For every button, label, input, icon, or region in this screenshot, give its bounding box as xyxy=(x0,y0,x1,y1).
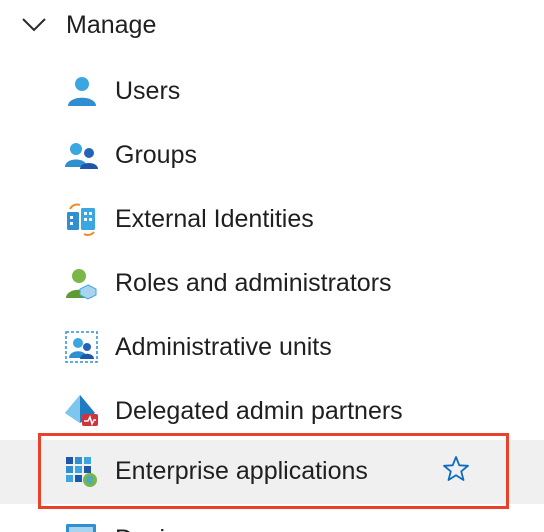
star-outline-icon[interactable] xyxy=(442,455,470,483)
nav-item-label: Groups xyxy=(115,141,197,169)
nav-item-delegated-admin-partners[interactable]: Delegated admin partners xyxy=(0,380,544,444)
nav-item-label: Users xyxy=(115,77,181,105)
nav-item-roles-and-administrators[interactable]: Roles and administrators xyxy=(0,252,544,316)
roles-icon xyxy=(66,269,97,300)
nav-item-label: Devices xyxy=(115,523,204,532)
section-title: Manage xyxy=(66,11,157,39)
nav-item-label: Enterprise applications xyxy=(115,457,368,485)
nav-item-users[interactable]: Users xyxy=(0,60,544,124)
devices-icon xyxy=(66,524,96,532)
nav-item-label: Delegated admin partners xyxy=(115,397,403,425)
nav-item-label: Administrative units xyxy=(115,333,332,361)
nav-item-administrative-units[interactable]: Administrative units xyxy=(0,316,544,380)
groups-icon xyxy=(65,143,98,169)
delegated-admin-icon xyxy=(65,395,98,427)
nav-item-enterprise-applications[interactable]: Enterprise applications xyxy=(0,440,544,504)
manage-nav-panel: Manage Users Groups External Identities … xyxy=(0,0,544,532)
nav-item-groups[interactable]: Groups xyxy=(0,124,544,188)
enterprise-apps-icon xyxy=(66,457,97,487)
nav-item-label: External Identities xyxy=(115,205,314,233)
manage-section-header[interactable]: Manage xyxy=(0,0,544,52)
nav-item-label: Roles and administrators xyxy=(115,269,392,297)
user-icon xyxy=(68,77,96,106)
nav-item-external-identities[interactable]: External Identities xyxy=(0,188,544,252)
external-identities-icon xyxy=(67,203,95,236)
chevron-down-icon[interactable] xyxy=(20,12,48,36)
administrative-units-icon xyxy=(65,331,98,363)
nav-item-devices[interactable]: Devices xyxy=(0,512,544,532)
